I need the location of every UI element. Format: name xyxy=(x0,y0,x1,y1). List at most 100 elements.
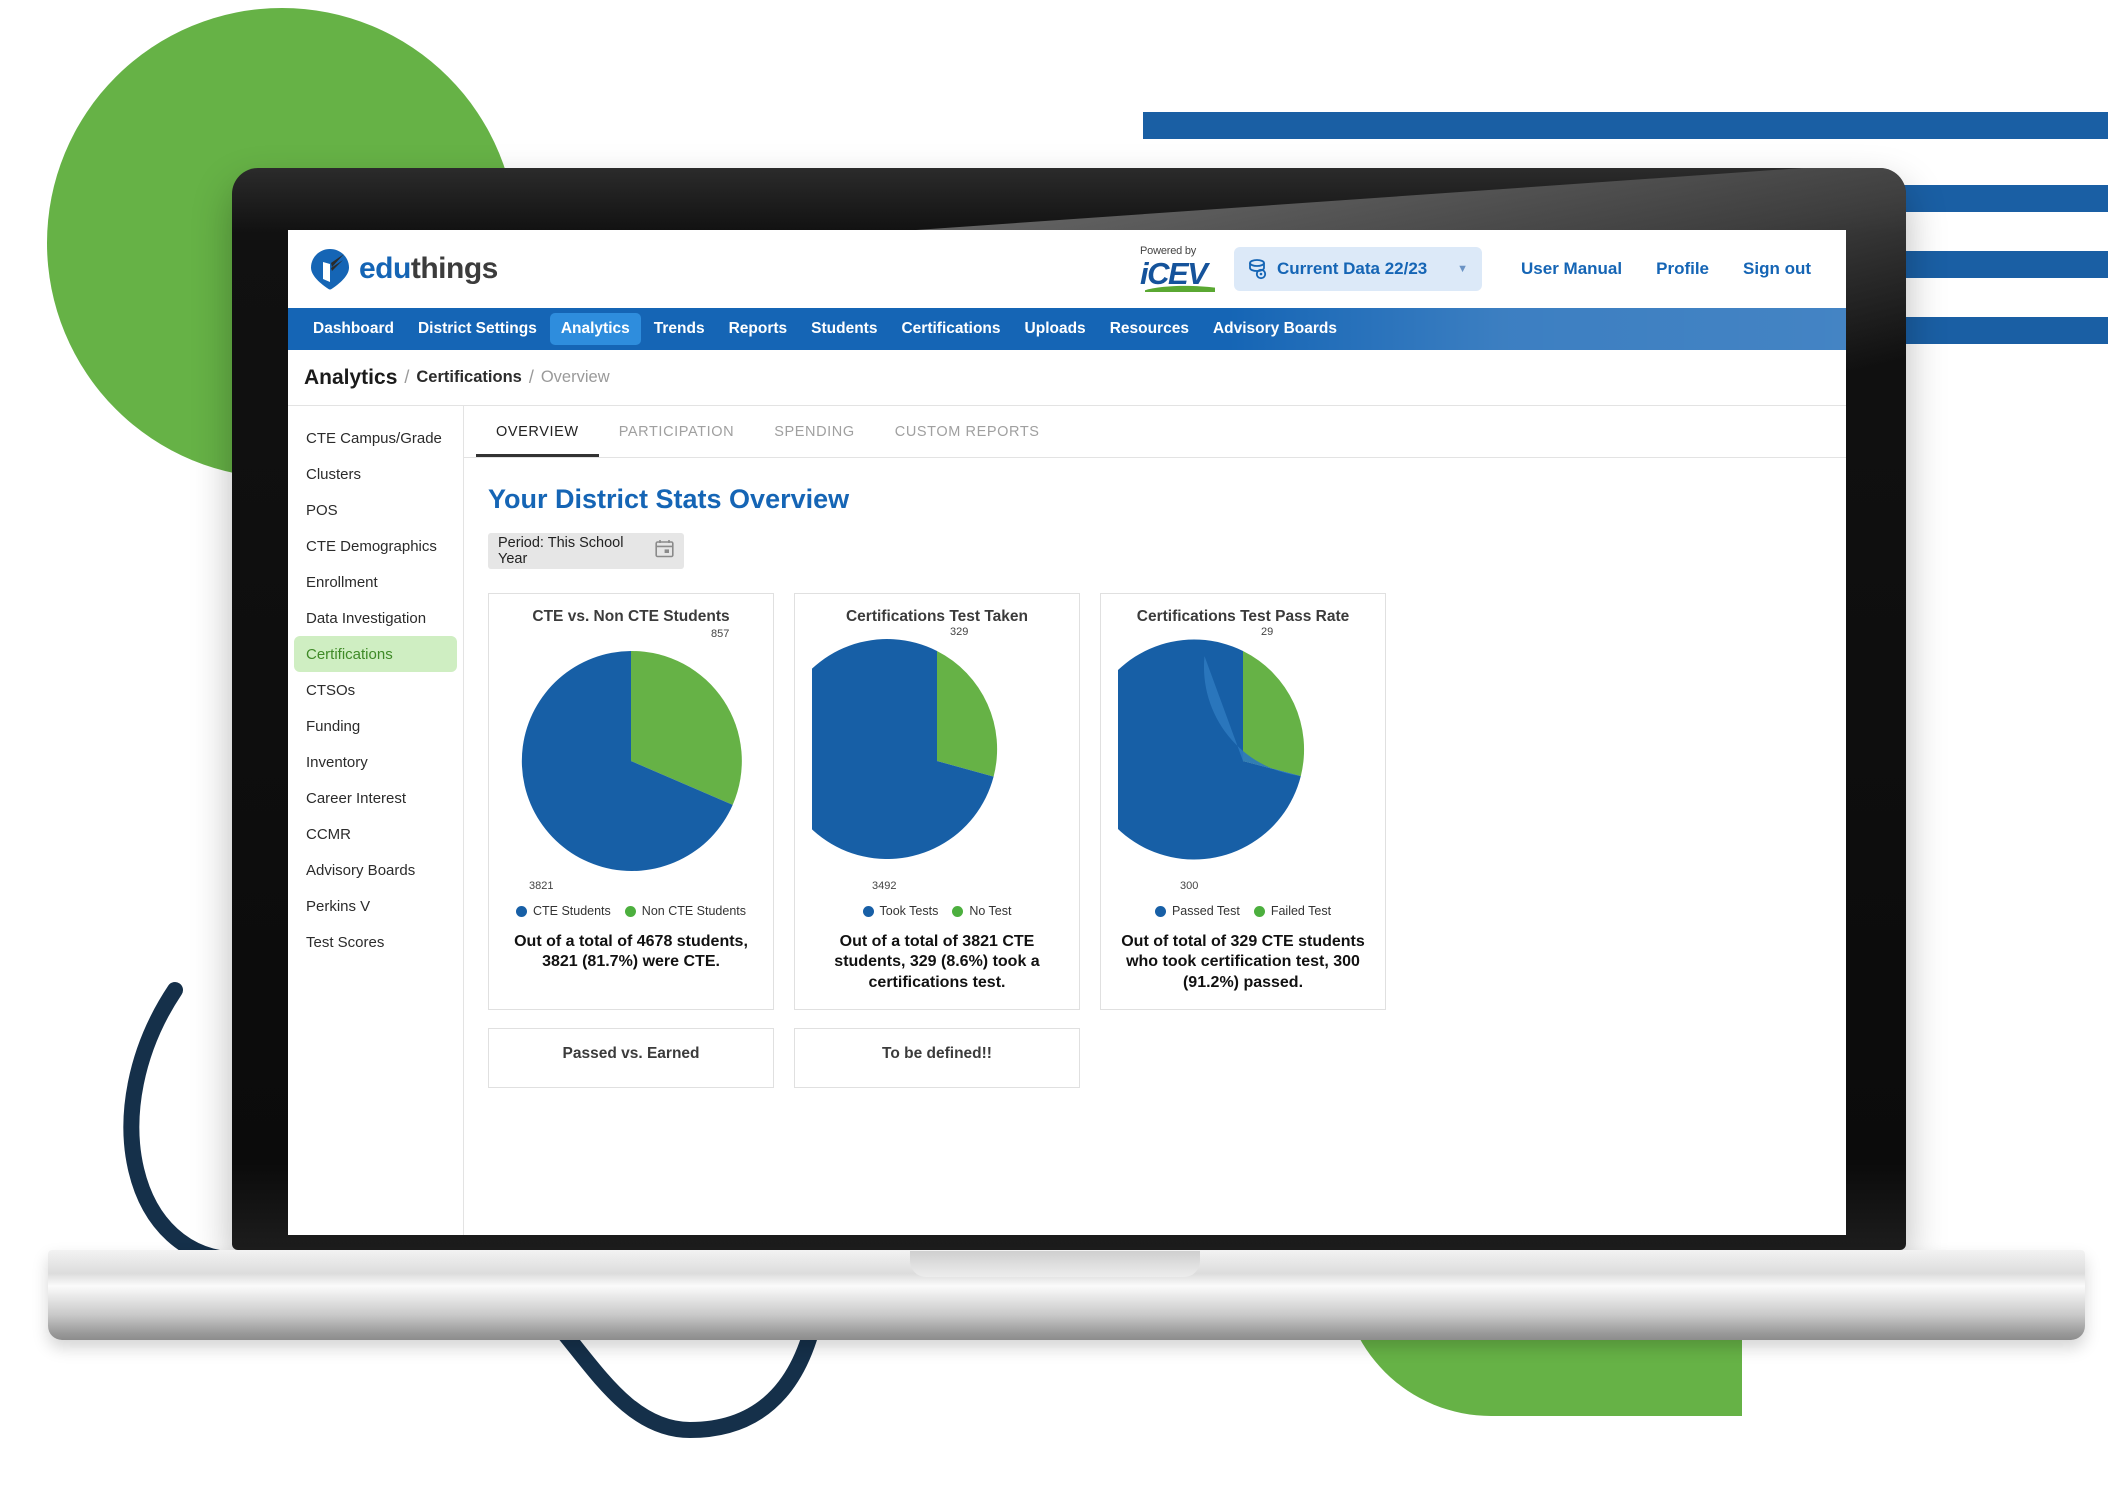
nav-item-students[interactable]: Students xyxy=(800,313,888,345)
legend-label: Passed Test xyxy=(1171,904,1240,918)
calendar-icon xyxy=(655,539,674,563)
pie-slice-failed-test xyxy=(1243,651,1305,777)
sidebar-item-ccmr[interactable]: CCMR xyxy=(294,816,457,852)
nav-item-trends[interactable]: Trends xyxy=(643,313,716,345)
main-content: OVERVIEW PARTICIPATION SPENDING CUSTOM R… xyxy=(464,406,1846,1235)
laptop-lid: eduthings Powered by iCEV Current Data 2… xyxy=(232,168,1906,1250)
period-filter-value: Period: This School Year xyxy=(498,535,624,567)
sidebar-item-pos[interactable]: POS xyxy=(294,492,457,528)
chevron-down-icon: ▼ xyxy=(1457,263,1469,275)
legend-item-cte-students[interactable]: CTE Students xyxy=(515,904,611,918)
period-filter[interactable]: Period: This School Year xyxy=(488,533,684,569)
sidebar-item-cte-demographics[interactable]: CTE Demographics xyxy=(294,528,457,564)
legend-item-no-test[interactable]: No Test xyxy=(952,904,1011,918)
pie-svg xyxy=(521,650,742,871)
nav-item-advisory-boards[interactable]: Advisory Boards xyxy=(1202,313,1348,345)
breadcrumb-certifications[interactable]: Certifications xyxy=(416,368,521,387)
sidebar-item-clusters[interactable]: Clusters xyxy=(294,456,457,492)
sidebar-item-certifications[interactable]: Certifications xyxy=(294,636,457,672)
legend-item-failed-test[interactable]: Failed Test xyxy=(1253,904,1331,918)
legend-label: Non CTE Students xyxy=(641,904,747,918)
tab-overview[interactable]: OVERVIEW xyxy=(476,406,599,457)
sidebar-item-data-investigation[interactable]: Data Investigation xyxy=(294,600,457,636)
breadcrumb-current: Overview xyxy=(540,368,610,386)
card-title: Passed vs. Earned xyxy=(562,1045,700,1063)
secondary-card-row: Passed vs. Earned To be defined!! xyxy=(488,1028,1846,1089)
sidebar-item-enrollment[interactable]: Enrollment xyxy=(294,564,457,600)
sidebar-item-cte-campus-grade[interactable]: CTE Campus/Grade xyxy=(294,420,457,456)
logo-text-part1: edu xyxy=(359,252,411,285)
nav-item-reports[interactable]: Reports xyxy=(718,313,799,345)
main-navigation: Dashboard District Settings Analytics Tr… xyxy=(288,308,1846,350)
legend-dot-blue xyxy=(862,905,874,917)
pie-svg xyxy=(777,639,998,860)
tab-custom-reports[interactable]: CUSTOM REPORTS xyxy=(875,406,1060,457)
icev-logo-text: iCEV xyxy=(1140,256,1208,291)
legend-label: No Test xyxy=(969,904,1012,918)
nav-item-certifications[interactable]: Certifications xyxy=(890,313,1011,345)
legend-dot-green xyxy=(1253,905,1265,917)
card-title: Certifications Test Taken xyxy=(845,608,1029,625)
legend-dot-green xyxy=(952,905,964,917)
sidebar-item-perkins-v[interactable]: Perkins V xyxy=(294,888,457,924)
legend-label: Took Tests xyxy=(879,904,939,918)
sidebar-item-inventory[interactable]: Inventory xyxy=(294,744,457,780)
chart-legend: CTE Students Non CTE Students xyxy=(515,904,747,918)
chart-legend: Took Tests No Test xyxy=(862,904,1011,918)
card-to-be-defined: To be defined!! xyxy=(794,1028,1080,1089)
eduthings-logo-text: eduthings xyxy=(359,252,498,286)
breadcrumb-root[interactable]: Analytics xyxy=(304,366,397,390)
pie-label-took-tests: 3492 xyxy=(872,880,897,892)
sidebar-item-career-interest[interactable]: Career Interest xyxy=(294,780,457,816)
card-cte-vs-non-cte: CTE vs. Non CTE Students 857 3821 CTE St… xyxy=(488,593,774,1011)
icev-partner-logo: Powered by iCEV xyxy=(1140,246,1220,292)
screen-viewport: eduthings Powered by iCEV Current Data 2… xyxy=(288,230,1846,1235)
nav-item-district-settings[interactable]: District Settings xyxy=(407,313,548,345)
nav-item-resources[interactable]: Resources xyxy=(1099,313,1200,345)
card-caption: Out of a total of 4678 students, 3821 (8… xyxy=(514,933,748,971)
header-right-group: Powered by iCEV Current Data 22/23 ▼ Use… xyxy=(1140,246,1828,292)
pie-label-non-cte: 857 xyxy=(711,628,730,640)
page-title: Your District Stats Overview xyxy=(488,484,850,514)
legend-item-non-cte-students[interactable]: Non CTE Students xyxy=(624,904,747,918)
card-caption: Out of a total of 3821 CTE students, 329… xyxy=(834,933,1040,991)
sidebar-item-test-scores[interactable]: Test Scores xyxy=(294,924,457,960)
card-title: To be defined!! xyxy=(882,1045,992,1063)
breadcrumb-separator-2: / xyxy=(528,367,534,387)
tab-spending[interactable]: SPENDING xyxy=(754,406,875,457)
sidebar-item-advisory-boards[interactable]: Advisory Boards xyxy=(294,852,457,888)
legend-item-passed-test[interactable]: Passed Test xyxy=(1154,904,1240,918)
eduthings-logo-icon xyxy=(311,249,349,290)
card-caption: Out of total of 329 CTE students who too… xyxy=(1121,933,1365,991)
breadcrumb: Analytics / Certifications / Overview xyxy=(288,350,1846,406)
card-passed-vs-earned: Passed vs. Earned xyxy=(488,1028,774,1089)
user-manual-link[interactable]: User Manual xyxy=(1504,259,1639,279)
legend-item-took-tests[interactable]: Took Tests xyxy=(862,904,939,918)
sidebar: CTE Campus/Grade Clusters POS CTE Demogr… xyxy=(288,406,464,1235)
pie-chart-certifications-test-taken[interactable]: 329 3492 xyxy=(777,626,1062,892)
pie-chart-cte-vs-non-cte[interactable]: 857 3821 xyxy=(506,628,756,892)
nav-item-dashboard[interactable]: Dashboard xyxy=(302,313,405,345)
laptop-base-notch xyxy=(910,1251,1200,1277)
sign-out-link[interactable]: Sign out xyxy=(1726,259,1828,279)
card-certifications-test-pass-rate: Certifications Test Pass Rate 29 300 Pas… xyxy=(1084,593,1386,1011)
pie-svg xyxy=(1084,639,1305,860)
nav-item-uploads[interactable]: Uploads xyxy=(1014,313,1097,345)
pie-slice-no-test xyxy=(937,651,998,777)
current-data-selector[interactable]: Current Data 22/23 ▼ xyxy=(1234,247,1483,291)
sidebar-item-funding[interactable]: Funding xyxy=(294,708,457,744)
legend-label: CTE Students xyxy=(532,904,611,918)
logo-text-part2: things xyxy=(410,252,499,285)
eduthings-logo[interactable]: eduthings xyxy=(310,248,498,290)
pie-chart-certifications-test-pass-rate[interactable]: 29 300 xyxy=(1084,626,1368,892)
pie-label-cte: 3821 xyxy=(529,880,554,892)
page-body: CTE Campus/Grade Clusters POS CTE Demogr… xyxy=(288,406,1846,1235)
pie-label-passed-test: 300 xyxy=(1180,880,1199,892)
profile-link[interactable]: Profile xyxy=(1639,259,1726,279)
chart-legend: Passed Test Failed Test xyxy=(1154,904,1331,918)
sidebar-item-ctsos[interactable]: CTSOs xyxy=(294,672,457,708)
tab-participation[interactable]: PARTICIPATION xyxy=(599,406,755,457)
legend-dot-blue xyxy=(1154,905,1166,917)
nav-item-analytics[interactable]: Analytics xyxy=(549,313,641,345)
breadcrumb-separator-1: / xyxy=(404,367,410,387)
